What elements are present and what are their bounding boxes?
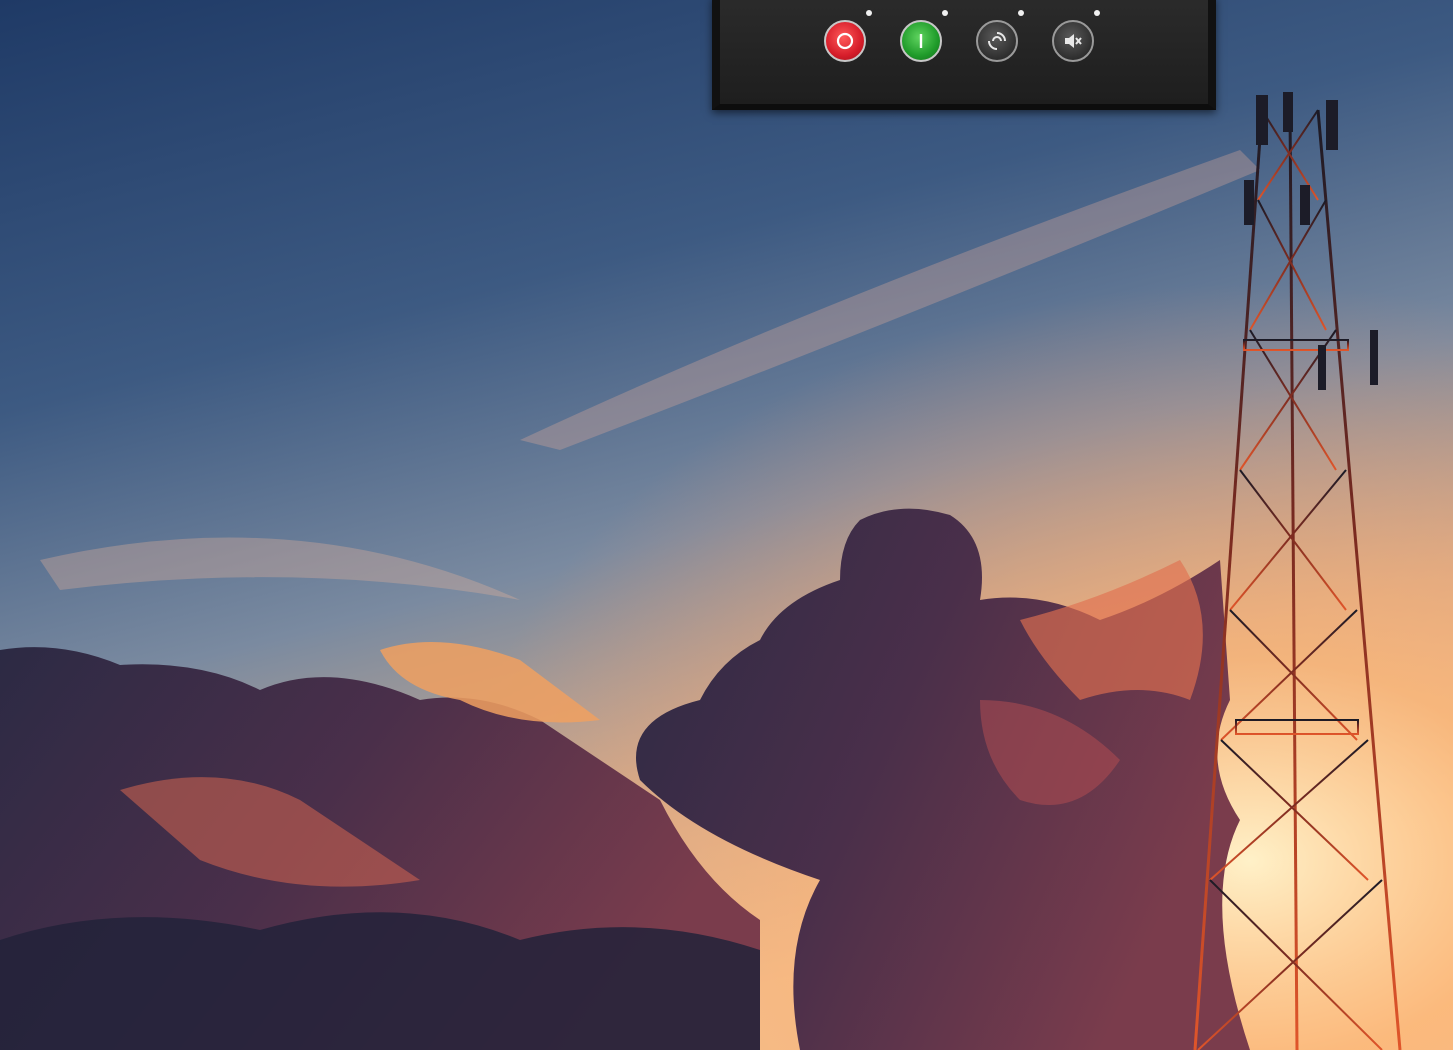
mute-speaker-icon [1065, 34, 1082, 48]
mute-button[interactable] [1052, 20, 1094, 62]
refresh-button[interactable] [976, 20, 1018, 62]
status-dot [1094, 10, 1100, 16]
status-dot [942, 10, 948, 16]
power-on-icon [919, 34, 923, 48]
status-dot [1018, 10, 1024, 16]
power-off-icon [836, 32, 854, 50]
status-dot [866, 10, 872, 16]
desktop-wallpaper [0, 0, 1453, 1050]
power-on-button[interactable] [900, 20, 942, 62]
power-off-button[interactable] [824, 20, 866, 62]
refresh-swirl-icon [988, 32, 1006, 50]
control-panel [712, 0, 1216, 110]
